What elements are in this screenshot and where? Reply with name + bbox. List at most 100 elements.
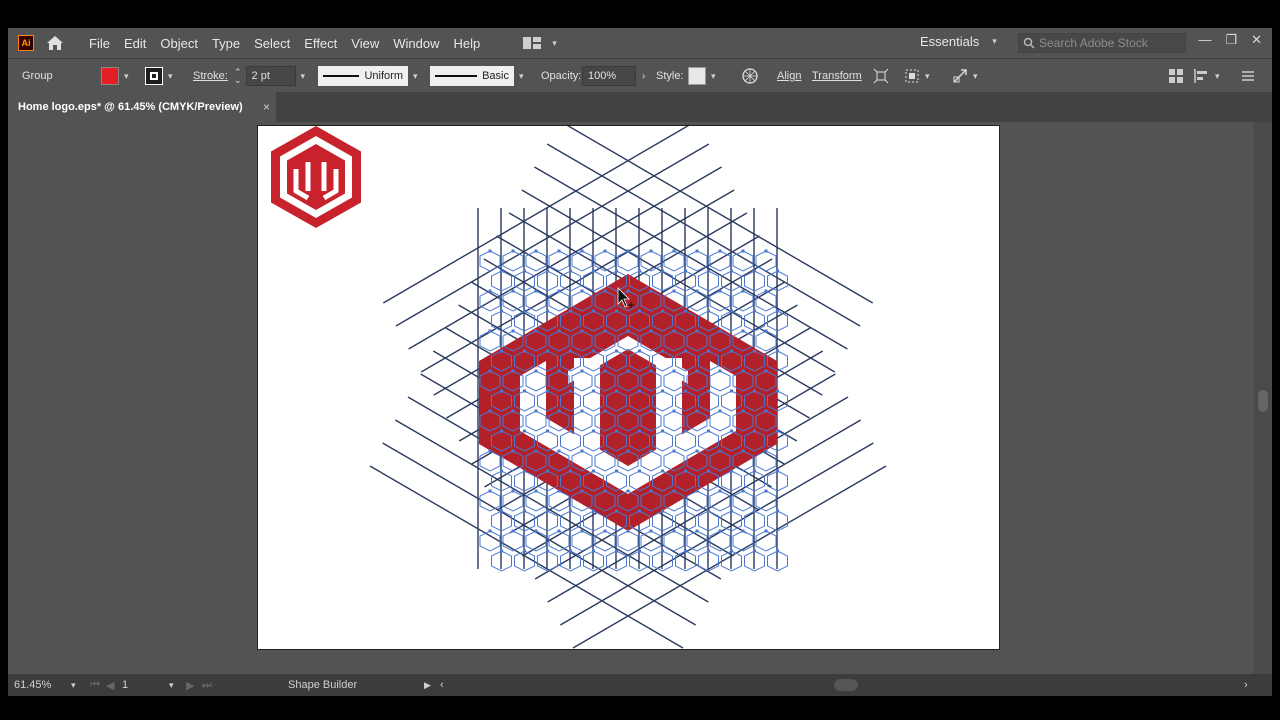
artboard[interactable]	[257, 120, 1001, 651]
stroke-weight-input[interactable]: 2 pt	[245, 66, 296, 86]
anchor-point	[488, 289, 492, 293]
arrange-documents-button[interactable]: ▾	[523, 37, 557, 49]
anchor-point	[511, 249, 515, 253]
align-left-icon[interactable]: ▾	[1194, 59, 1220, 93]
chevron-down-icon[interactable]: ▾	[301, 71, 306, 82]
chevron-down-icon[interactable]: ▾	[168, 71, 173, 82]
recolor-artwork-icon[interactable]	[742, 59, 758, 93]
transform-link[interactable]: Transform	[812, 59, 862, 93]
first-artboard-icon[interactable]: ⏮	[90, 679, 100, 692]
next-artboard-icon[interactable]: ▶	[186, 679, 194, 692]
anchor-point	[500, 309, 503, 313]
chevron-right-icon[interactable]: ›	[642, 71, 645, 82]
anchor-point	[718, 489, 722, 493]
minimize-icon[interactable]: —	[1198, 32, 1211, 48]
anchor-point	[649, 369, 653, 373]
panel-grid-icon[interactable]	[1169, 59, 1183, 93]
anchor-point	[592, 309, 595, 313]
menu-edit[interactable]: Edit	[117, 36, 153, 51]
fill-swatch[interactable]	[101, 67, 119, 85]
mesh-cell	[525, 490, 547, 512]
search-stock-field[interactable]: Search Adobe Stock	[1018, 33, 1186, 53]
anchor-point	[511, 529, 515, 533]
mesh-cell	[732, 250, 754, 272]
menu-type[interactable]: Type	[205, 36, 247, 51]
menu-effect[interactable]: Effect	[297, 36, 344, 51]
chevron-down-icon[interactable]: ▾	[124, 71, 129, 82]
menu-help[interactable]: Help	[446, 36, 487, 51]
chevron-down-icon[interactable]: ▾	[925, 71, 930, 82]
anchor-point	[661, 349, 664, 353]
anchor-point	[764, 329, 768, 333]
menu-file[interactable]: File	[82, 36, 117, 51]
artwork[interactable]	[258, 120, 1001, 651]
stroke-label[interactable]: Stroke:	[193, 59, 228, 93]
anchor-point	[534, 249, 538, 253]
menu-view[interactable]: View	[344, 36, 386, 51]
restore-icon[interactable]: ❐	[1225, 32, 1237, 48]
chevron-down-icon[interactable]: ▾	[413, 71, 418, 82]
menu-select[interactable]: Select	[247, 36, 297, 51]
stroke-color-control[interactable]: ▾	[145, 59, 173, 93]
mesh-cell	[479, 250, 501, 272]
scroll-thumb[interactable]	[1258, 390, 1268, 412]
transform-options-icon[interactable]: ▾	[952, 59, 978, 93]
pathfinder-options-icon[interactable]: ▾	[904, 59, 930, 93]
chevron-down-icon[interactable]: ▾	[71, 680, 76, 691]
anchor-point	[534, 369, 538, 373]
anchor-point	[741, 249, 745, 253]
stroke-swatch[interactable]	[145, 67, 163, 85]
home-icon[interactable]	[46, 34, 64, 52]
anchor-point	[534, 329, 538, 333]
menu-window[interactable]: Window	[386, 36, 446, 51]
last-artboard-icon[interactable]: ⏭	[202, 679, 212, 692]
graphic-style-control[interactable]: ▾	[688, 59, 716, 93]
scroll-left-icon[interactable]: ‹	[440, 679, 444, 691]
close-icon[interactable]: ×	[263, 100, 270, 114]
horizontal-scroll-thumb[interactable]	[834, 679, 858, 691]
panel-menu-icon[interactable]	[1242, 59, 1254, 93]
anchor-point	[776, 389, 779, 393]
anchor-point	[638, 469, 641, 473]
anchor-point	[511, 489, 515, 493]
menu-object[interactable]: Object	[153, 36, 205, 51]
layout-grid-icon	[523, 37, 542, 49]
previous-artboard-icon[interactable]: ◀	[106, 679, 114, 692]
opacity-input[interactable]: 100%	[582, 66, 636, 86]
chevron-down-icon[interactable]: ▾	[973, 71, 978, 82]
anchor-point	[500, 349, 503, 353]
anchor-point	[511, 329, 515, 333]
anchor-point	[672, 369, 676, 373]
anchor-point	[557, 529, 561, 533]
chevron-down-icon[interactable]: ▾	[519, 71, 524, 82]
variable-width-profile[interactable]: Uniform ▾	[318, 59, 418, 93]
stepper-icon[interactable]: ⌃ ⌄	[234, 68, 242, 85]
fill-color-control[interactable]: ▾	[101, 59, 129, 93]
align-link[interactable]: Align	[777, 59, 801, 93]
chevron-down-icon[interactable]: ▾	[711, 71, 716, 82]
artboard-number-field[interactable]: 1	[122, 679, 128, 691]
brush-definition[interactable]: Basic ▾	[430, 59, 524, 93]
anchor-point	[730, 349, 733, 353]
opacity-control[interactable]: 100% ›	[582, 59, 645, 93]
stroke-weight-control[interactable]: ⌃ ⌄ 2 pt ▾	[234, 59, 305, 93]
anchor-point	[626, 289, 630, 293]
opacity-label[interactable]: Opacity:	[541, 59, 581, 93]
anchor-point	[523, 269, 526, 273]
style-swatch[interactable]	[688, 67, 706, 85]
anchor-point	[626, 449, 630, 453]
chevron-down-icon[interactable]: ▾	[169, 680, 174, 691]
anchor-point	[580, 329, 584, 333]
zoom-level-field[interactable]: 61.45%	[14, 679, 51, 691]
anchor-point	[707, 469, 710, 473]
chevron-down-icon[interactable]: ▾	[1215, 71, 1220, 82]
vertical-scrollbar[interactable]	[1254, 122, 1272, 674]
control-bar: Group ▾ ▾ Stroke: ⌃ ⌄ 2 pt ▾ Uniform ▾ Ba…	[8, 58, 1272, 92]
document-tab[interactable]: Home logo.eps* @ 61.45% (CMYK/Preview) ×	[8, 92, 276, 122]
canvas-area[interactable]	[8, 120, 1254, 674]
play-icon[interactable]: ▶	[424, 680, 431, 691]
workspace-switcher[interactable]: Essentials ▾	[920, 34, 997, 49]
close-icon[interactable]: ✕	[1251, 32, 1262, 48]
scroll-right-icon[interactable]: ›	[1244, 679, 1248, 691]
isolate-group-icon[interactable]	[873, 59, 889, 93]
